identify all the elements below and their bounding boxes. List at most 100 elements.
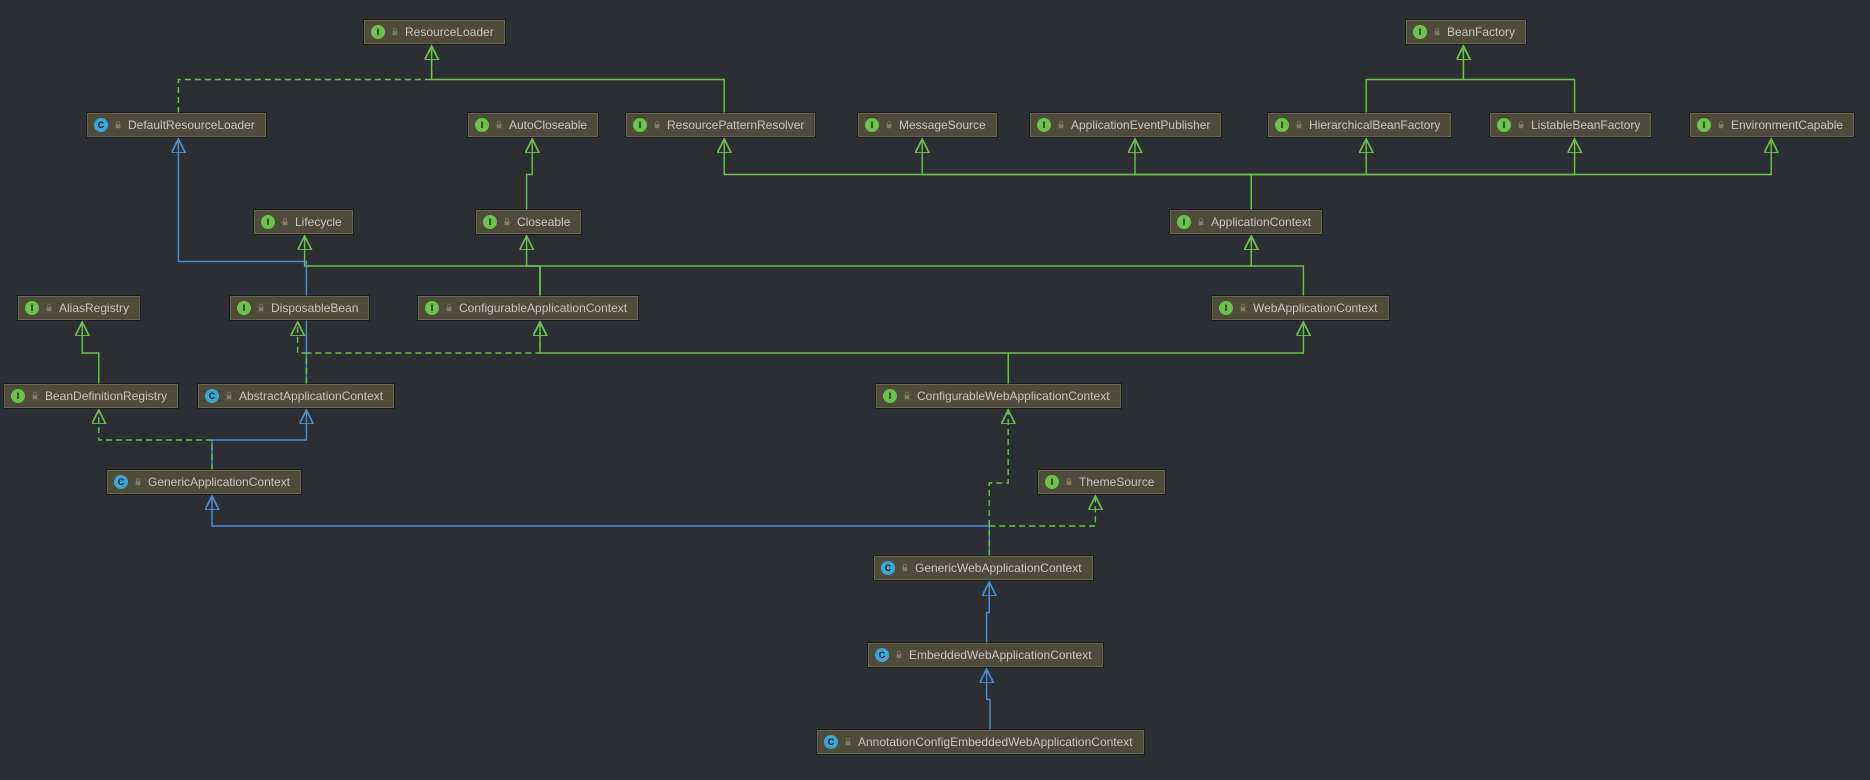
edge-GenericApplicationContext-to-AbstractApplicationContext [212,410,306,470]
class-icon: C [94,118,108,132]
interface-icon: I [425,301,439,315]
node-DisposableBean[interactable]: I DisposableBean [230,296,369,320]
edge-GenericWebApplicationContext-to-ThemeSource [989,496,1095,556]
node-AbstractApplicationContext[interactable]: CAbstractApplicationContext [198,384,394,408]
lock-icon [114,121,122,129]
node-GenericApplicationContext[interactable]: CGenericApplicationContext [107,470,301,494]
lock-icon [895,651,903,659]
node-ThemeSource[interactable]: I ThemeSource [1038,470,1165,494]
interface-icon: I [237,301,251,315]
interface-icon: I [865,118,879,132]
edge-GenericWebApplicationContext-to-GenericApplicationContext [212,496,989,556]
interface-icon: I [475,118,489,132]
edge-AbstractApplicationContext-to-ConfigurableApplicationContext [306,322,540,384]
node-ListableBeanFactory[interactable]: I ListableBeanFactory [1490,113,1651,137]
node-AnnotationConfigEmbeddedWebApplicationContext[interactable]: CAnnotationConfigEmbeddedWebApplicationC… [817,730,1144,754]
node-ResourceLoader[interactable]: I ResourceLoader [364,20,505,44]
node-WebApplicationContext[interactable]: I WebApplicationContext [1212,296,1389,320]
node-label: ThemeSource [1079,475,1154,489]
abstract-icon: C [205,389,219,403]
interface-icon: I [483,215,497,229]
interface-icon: I [883,389,897,403]
node-label: Closeable [517,215,570,229]
edge-ApplicationContext-to-ListableBeanFactory [1251,139,1574,210]
edge-EmbeddedWebApplicationContext-to-GenericWebApplicationContext [987,582,990,643]
uml-canvas[interactable]: I ResourceLoader IBeanFactory CDefaultResou… [0,0,1870,780]
interface-icon: I [1177,215,1191,229]
edge-HierarchicalBeanFactory-to-BeanFactory [1366,46,1463,113]
node-GenericWebApplicationContext[interactable]: C GenericWebApplicationContext [874,556,1093,580]
lock-icon [1057,121,1065,129]
node-BeanDefinitionRegistry[interactable]: IBeanDefinitionRegistry [4,384,178,408]
class-icon: C [824,735,838,749]
edge-ResourcePatternResolver-to-ResourceLoader [432,46,725,113]
node-label: ListableBeanFactory [1531,118,1640,132]
node-MessageSource[interactable]: I MessageSource [858,113,997,137]
edge-GenericApplicationContext-to-BeanDefinitionRegistry [99,410,212,470]
node-label: WebApplicationContext [1253,301,1378,315]
edge-ApplicationContext-to-MessageSource [922,139,1251,210]
node-label: EnvironmentCapable [1731,118,1843,132]
node-label: DisposableBean [271,301,358,315]
class-icon: C [875,648,889,662]
lock-icon [391,28,399,36]
edge-ConfigurableApplicationContext-to-Closeable [527,236,540,296]
edge-ConfigurableWebApplicationContext-to-WebApplicationContext [1008,322,1303,384]
interface-icon: I [1275,118,1289,132]
node-label: AliasRegistry [59,301,129,315]
lock-icon [1517,121,1525,129]
lock-icon [225,392,233,400]
lock-icon [653,121,661,129]
edge-ConfigurableApplicationContext-to-ApplicationContext [540,236,1251,296]
node-EnvironmentCapable[interactable]: I EnvironmentCapable [1690,113,1854,137]
edge-ListableBeanFactory-to-BeanFactory [1463,46,1574,113]
interface-icon: I [1219,301,1233,315]
node-label: ResourceLoader [405,25,494,39]
edge-ApplicationContext-to-ResourcePatternResolver [724,139,1251,210]
node-DefaultResourceLoader[interactable]: CDefaultResourceLoader [87,113,266,137]
node-label: ResourcePatternResolver [667,118,804,132]
lock-icon [901,564,909,572]
interface-icon: I [1497,118,1511,132]
edge-ConfigurableWebApplicationContext-to-ConfigurableApplicationContext [540,322,1008,384]
node-label: ConfigurableApplicationContext [459,301,627,315]
lock-icon [885,121,893,129]
edge-BeanDefinitionRegistry-to-AliasRegistry [82,322,99,384]
node-BeanFactory[interactable]: IBeanFactory [1406,20,1526,44]
node-AutoCloseable[interactable]: I AutoCloseable [468,113,598,137]
node-ConfigurableApplicationContext[interactable]: I ConfigurableApplicationContext [418,296,638,320]
edge-GenericWebApplicationContext-to-ConfigurableWebApplicationContext [989,410,1008,556]
node-label: AutoCloseable [509,118,587,132]
node-ApplicationEventPublisher[interactable]: IApplicationEventPublisher [1030,113,1221,137]
edge-AnnotationConfigEmbeddedWebApplicationContext-to-EmbeddedWebApplicationContext [987,669,990,730]
lock-icon [45,304,53,312]
interface-icon: I [371,25,385,39]
node-ConfigurableWebApplicationContext[interactable]: I ConfigurableWebApplicationContext [876,384,1121,408]
node-Lifecycle[interactable]: ILifecycle [254,210,353,234]
lock-icon [1717,121,1725,129]
node-ApplicationContext[interactable]: I ApplicationContext [1170,210,1322,234]
interface-icon: I [1697,118,1711,132]
class-icon: C [114,475,128,489]
lock-icon [844,738,852,746]
interface-icon: I [1045,475,1059,489]
node-EmbeddedWebApplicationContext[interactable]: CEmbeddedWebApplicationContext [868,643,1103,667]
interface-icon: I [25,301,39,315]
node-AliasRegistry[interactable]: I AliasRegistry [18,296,140,320]
node-label: BeanDefinitionRegistry [45,389,167,403]
node-Closeable[interactable]: I Closeable [476,210,581,234]
edge-ApplicationContext-to-EnvironmentCapable [1251,139,1771,210]
class-icon: C [881,561,895,575]
lock-icon [503,218,511,226]
node-ResourcePatternResolver[interactable]: IResourcePatternResolver [626,113,815,137]
edge-WebApplicationContext-to-ApplicationContext [1251,236,1303,296]
lock-icon [31,392,39,400]
lock-icon [1433,28,1441,36]
edge-AbstractApplicationContext-to-DisposableBean [298,322,307,384]
node-label: ApplicationContext [1211,215,1311,229]
lock-icon [257,304,265,312]
node-HierarchicalBeanFactory[interactable]: IHierarchicalBeanFactory [1268,113,1451,137]
node-label: MessageSource [899,118,986,132]
node-label: ConfigurableWebApplicationContext [917,389,1110,403]
node-label: GenericWebApplicationContext [915,561,1082,575]
